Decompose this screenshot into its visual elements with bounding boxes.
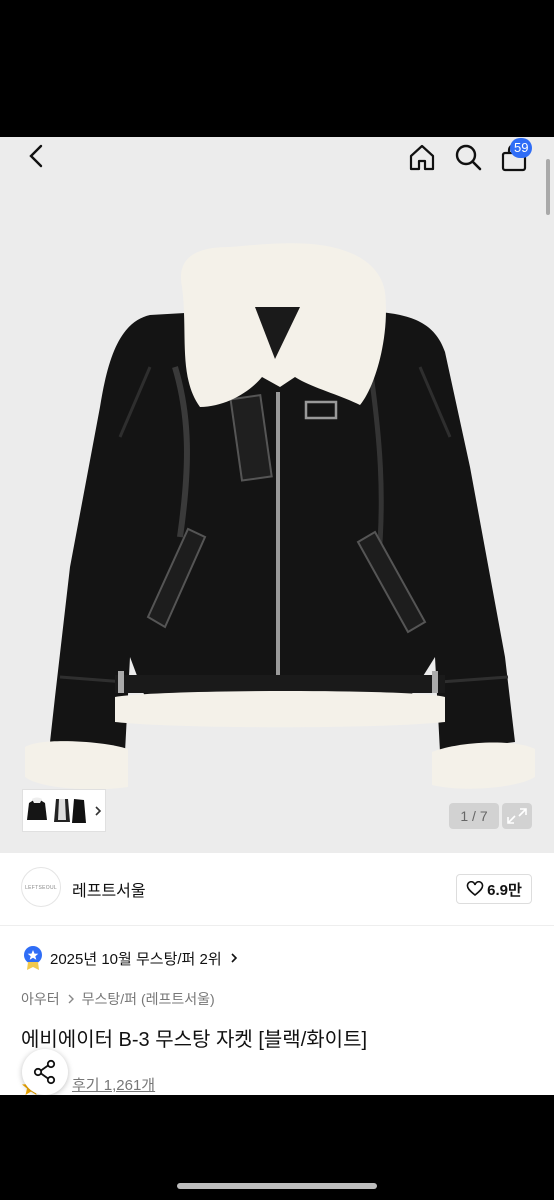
ranking-link[interactable]: 2025년 10월 무스탕/퍼 2위 [22,943,240,973]
like-button[interactable]: 6.9만 [456,874,532,904]
scrollbar[interactable] [546,159,550,215]
home-indicator[interactable] [177,1183,377,1189]
home-icon[interactable] [407,142,437,172]
expand-icon [507,808,527,824]
product-screen: 59 1 / 7 LEFTSEOUL 레프트서울 6.9만 2025년 10월 … [0,137,554,1095]
fullscreen-button[interactable] [502,803,532,829]
cart-count-badge: 59 [510,138,533,158]
top-navigation-bar: 59 [0,137,554,177]
chevron-right-icon [68,994,74,1004]
jacket-image [25,243,535,790]
product-image-gallery[interactable]: 59 1 / 7 [0,137,554,853]
breadcrumb: 아우터 무스탕/퍼 (레프트서울) [21,989,215,1009]
review-count-link[interactable]: 후기 1,261개 [72,1074,155,1095]
heart-icon [466,881,484,897]
share-icon [33,1059,56,1085]
brand-name[interactable]: 레프트서울 [72,877,146,901]
ranking-text: 2025년 10월 무스탕/퍼 2위 [50,950,222,968]
color-thumbnail-selector[interactable] [22,789,106,832]
thumbnail-image [27,797,102,823]
back-icon[interactable] [26,143,48,169]
brand-row[interactable]: LEFTSEOUL 레프트서울 6.9만 [0,853,554,926]
brand-logo[interactable]: LEFTSEOUL [21,867,61,907]
share-button[interactable] [22,1049,68,1095]
rank-badge-icon [24,946,42,970]
product-title: 에비에이터 B-3 무스탕 자켓 [블랙/화이트] [21,1029,368,1051]
breadcrumb-subcategory[interactable]: 무스탕/퍼 (레프트서울) [82,989,215,1009]
chevron-right-icon [231,953,237,963]
search-icon[interactable] [454,143,482,171]
breadcrumb-category[interactable]: 아우터 [21,989,60,1009]
image-counter: 1 / 7 [449,803,499,829]
like-count: 6.9만 [487,881,522,899]
